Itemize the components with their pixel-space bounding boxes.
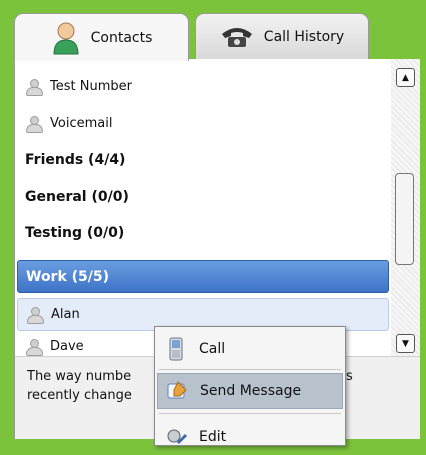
scroll-up-button[interactable]: ▲ (396, 68, 415, 87)
contact-name: Test Number (50, 79, 132, 94)
group-header[interactable]: Friends (4/4) (17, 143, 389, 176)
group-label: Friends (4/4) (25, 151, 126, 168)
menu-item-send-message[interactable]: Send Message (157, 373, 343, 409)
menu-item-label: Edit (199, 429, 227, 445)
contact-person-icon (25, 78, 43, 96)
contact-name: Alan (51, 307, 80, 322)
contact-person-icon (26, 306, 44, 324)
context-menu: Call Send Message Edit (154, 326, 346, 446)
arrow-down-icon: ▼ (402, 338, 409, 349)
group-header[interactable]: General (0/0) (17, 180, 389, 213)
tab-contacts[interactable]: Contacts (14, 13, 189, 61)
contact-person-icon (25, 338, 43, 356)
contact-name: Voicemail (50, 116, 113, 131)
edit-icon (161, 426, 191, 448)
contact-name: Dave (50, 338, 84, 354)
tab-contacts-label: Contacts (90, 29, 153, 46)
group-label: Testing (0/0) (25, 224, 125, 241)
scroll-down-button[interactable]: ▼ (396, 334, 415, 353)
message-icon (162, 380, 192, 402)
contact-item[interactable]: Test Number (17, 70, 389, 103)
tab-call-history[interactable]: Call History (195, 13, 369, 59)
notice-text-line1: The way numbe (27, 369, 132, 384)
notice-text-line1-end: s (346, 369, 353, 384)
menu-separator (159, 369, 341, 370)
contact-item[interactable]: Voicemail (17, 107, 389, 140)
telephone-icon (221, 27, 252, 47)
contact-list: Test Number Voicemail Friends (4/4) Gene… (15, 59, 389, 356)
menu-item-edit[interactable]: Edit (157, 419, 343, 455)
group-header[interactable]: Testing (0/0) (17, 216, 389, 249)
vertical-scrollbar[interactable]: ▲ ▼ (391, 59, 420, 356)
scrollbar-thumb[interactable] (395, 173, 414, 265)
group-label: Work (5/5) (26, 268, 110, 285)
contact-person-icon (25, 115, 43, 133)
menu-item-label: Call (199, 341, 226, 357)
menu-item-call[interactable]: Call (157, 331, 343, 367)
menu-item-label: Send Message (200, 383, 302, 399)
group-label: General (0/0) (25, 188, 129, 205)
mobile-phone-icon (161, 337, 191, 361)
arrow-up-icon: ▲ (402, 72, 409, 83)
group-header-selected[interactable]: Work (5/5) (17, 260, 389, 293)
tab-call-history-label: Call History (263, 28, 345, 45)
contact-person-icon (53, 22, 79, 54)
menu-separator (159, 413, 341, 414)
